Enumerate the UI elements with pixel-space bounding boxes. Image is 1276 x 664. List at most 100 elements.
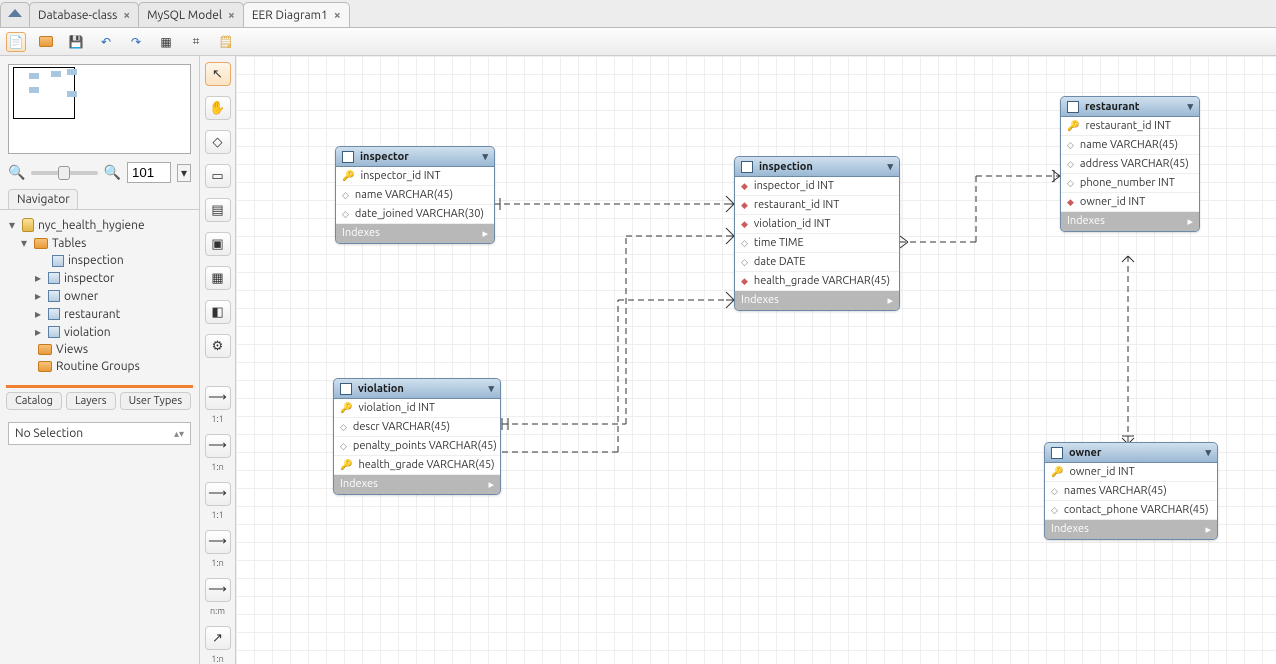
entity-footer[interactable]: Indexes▸ <box>336 224 494 243</box>
entity-header[interactable]: violation ▾ <box>334 379 500 399</box>
image-tool[interactable]: ▣ <box>205 232 231 256</box>
rel-1-n-nonident-tool[interactable]: ⟶ <box>205 434 231 458</box>
column-row[interactable]: ◇address VARCHAR(45) <box>1061 155 1199 174</box>
column-row[interactable]: ◇date DATE <box>735 253 899 272</box>
open-button[interactable] <box>36 32 56 52</box>
expand-icon[interactable]: ▸ <box>887 294 893 307</box>
column-row[interactable]: ◆restaurant_id INT <box>735 196 899 215</box>
grid-button[interactable]: ▦ <box>156 32 176 52</box>
minimap[interactable] <box>8 64 191 154</box>
notes-button[interactable]: 🗒 <box>216 32 236 52</box>
entity-footer[interactable]: Indexes▸ <box>735 291 899 310</box>
column-row[interactable]: 🔑health_grade VARCHAR(45) <box>334 456 500 475</box>
eraser-tool[interactable]: ◇ <box>205 130 231 154</box>
column-row[interactable]: ◇time TIME <box>735 234 899 253</box>
collapse-icon[interactable]: ▾ <box>1187 100 1193 113</box>
collapse-icon[interactable]: ▾ <box>887 160 893 173</box>
subtab-layers[interactable]: Layers <box>66 392 116 410</box>
column-row[interactable]: ◇names VARCHAR(45) <box>1045 482 1217 501</box>
dropdown-icon[interactable]: ▾ <box>177 164 191 182</box>
align-button[interactable]: ⌗ <box>186 32 206 52</box>
zoom-slider[interactable] <box>31 171 97 175</box>
close-icon[interactable]: × <box>334 9 341 22</box>
entity-owner[interactable]: owner ▾ 🔑owner_id INT ◇names VARCHAR(45)… <box>1044 442 1218 540</box>
tree-table-inspection[interactable]: inspection <box>4 252 195 269</box>
rel-n-m-tool[interactable]: ⟶ <box>205 578 231 602</box>
column-row[interactable]: ◆inspector_id INT <box>735 177 899 196</box>
entity-header[interactable]: inspector ▾ <box>336 147 494 167</box>
expand-icon[interactable]: ▸ <box>32 289 44 303</box>
column-row[interactable]: ◇name VARCHAR(45) <box>1061 136 1199 155</box>
expand-icon[interactable]: ▸ <box>32 325 44 339</box>
column-row[interactable]: ◇date_joined VARCHAR(30) <box>336 205 494 224</box>
expand-icon[interactable]: ▾ <box>6 218 18 232</box>
entity-header[interactable]: inspection ▾ <box>735 157 899 177</box>
column-row[interactable]: ◇name VARCHAR(45) <box>336 186 494 205</box>
expand-icon[interactable]: ▸ <box>482 227 488 240</box>
slider-thumb[interactable] <box>58 166 70 180</box>
entity-footer[interactable]: Indexes▸ <box>1061 212 1199 231</box>
home-tab[interactable] <box>0 2 30 27</box>
entity-violation[interactable]: violation ▾ 🔑violation_id INT ◇descr VAR… <box>333 378 501 495</box>
collapse-icon[interactable]: ▾ <box>1205 446 1211 459</box>
column-row[interactable]: 🔑owner_id INT <box>1045 463 1217 482</box>
save-button[interactable]: 💾 <box>66 32 86 52</box>
column-row[interactable]: ◇penalty_points VARCHAR(45) <box>334 437 500 456</box>
redo-button[interactable]: ↷ <box>126 32 146 52</box>
expand-icon[interactable]: ▾ <box>18 236 30 250</box>
zoom-input[interactable] <box>127 162 171 183</box>
rel-1-n-ident-tool[interactable]: ⟶ <box>205 530 231 554</box>
tab-mysql-model[interactable]: MySQL Model × <box>138 2 244 27</box>
rel-1-1-ident-tool[interactable]: ⟶ <box>205 482 231 506</box>
entity-footer[interactable]: Indexes▸ <box>334 475 500 494</box>
column-row[interactable]: 🔑inspector_id INT <box>336 167 494 186</box>
entity-header[interactable]: restaurant ▾ <box>1061 97 1199 117</box>
tab-eer-diagram[interactable]: EER Diagram1 × <box>243 2 350 27</box>
entity-inspector[interactable]: inspector ▾ 🔑inspector_id INT ◇name VARC… <box>335 146 495 244</box>
expand-icon[interactable]: ▸ <box>1187 215 1193 228</box>
expand-icon[interactable]: ▸ <box>1205 523 1211 536</box>
column-row[interactable]: ◆health_grade VARCHAR(45) <box>735 272 899 291</box>
new-file-button[interactable]: 📄 <box>6 32 26 52</box>
tree-views[interactable]: Views <box>4 341 195 358</box>
subtab-usertypes[interactable]: User Types <box>120 392 192 410</box>
close-icon[interactable]: × <box>228 9 235 22</box>
tree-table-violation[interactable]: ▸ violation <box>4 323 195 341</box>
entity-header[interactable]: owner ▾ <box>1045 443 1217 463</box>
table-tool[interactable]: ▦ <box>205 266 231 290</box>
column-row[interactable]: ◇contact_phone VARCHAR(45) <box>1045 501 1217 520</box>
column-row[interactable]: 🔑violation_id INT <box>334 399 500 418</box>
collapse-icon[interactable]: ▾ <box>488 382 494 395</box>
rel-existing-tool[interactable]: ↗ <box>205 626 231 650</box>
routine-tool[interactable]: ⚙ <box>205 334 231 358</box>
column-row[interactable]: ◆violation_id INT <box>735 215 899 234</box>
rel-1-1-nonident-tool[interactable]: ⟶ <box>205 386 231 410</box>
expand-icon[interactable]: ▸ <box>32 307 44 321</box>
undo-button[interactable]: ↶ <box>96 32 116 52</box>
zoom-out-icon[interactable]: 🔍 <box>8 164 25 181</box>
pointer-tool[interactable]: ↖ <box>205 62 231 86</box>
zoom-in-icon[interactable]: 🔍 <box>104 164 121 181</box>
hand-tool[interactable]: ✋ <box>205 96 231 120</box>
expand-icon[interactable]: ▸ <box>488 478 494 491</box>
close-icon[interactable]: × <box>123 9 130 22</box>
view-tool[interactable]: ◧ <box>205 300 231 324</box>
tab-database-class[interactable]: Database-class × <box>29 2 139 27</box>
column-row[interactable]: 🔑restaurant_id INT <box>1061 117 1199 136</box>
layer-tool[interactable]: ▭ <box>205 164 231 188</box>
tree-tables[interactable]: ▾ Tables <box>4 234 195 252</box>
tree-db[interactable]: ▾ nyc_health_hygiene <box>4 216 195 234</box>
diagram-canvas[interactable]: inspector ▾ 🔑inspector_id INT ◇name VARC… <box>236 56 1276 664</box>
entity-restaurant[interactable]: restaurant ▾ 🔑restaurant_id INT ◇name VA… <box>1060 96 1200 232</box>
entity-footer[interactable]: Indexes▸ <box>1045 520 1217 539</box>
expand-icon[interactable]: ▸ <box>32 271 44 285</box>
column-row[interactable]: ◇phone_number INT <box>1061 174 1199 193</box>
subtab-catalog[interactable]: Catalog <box>6 392 62 410</box>
minimap-viewport[interactable] <box>13 67 75 119</box>
column-row[interactable]: ◇descr VARCHAR(45) <box>334 418 500 437</box>
column-row[interactable]: ◆owner_id INT <box>1061 193 1199 212</box>
tree-table-owner[interactable]: ▸ owner <box>4 287 195 305</box>
selection-dropdown[interactable]: No Selection ▴▾ <box>8 422 191 445</box>
collapse-icon[interactable]: ▾ <box>482 150 488 163</box>
tree-routines[interactable]: Routine Groups <box>4 358 195 375</box>
